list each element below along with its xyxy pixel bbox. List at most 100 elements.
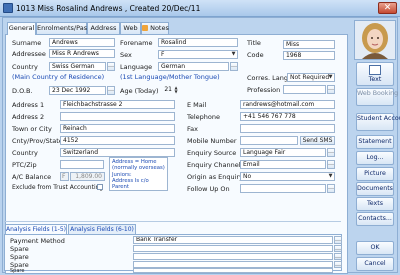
analysis-row-lookup-button[interactable]: … [334,245,342,252]
language-lookup-button[interactable]: … [230,62,238,71]
country-input[interactable]: Switzerland [60,148,175,157]
analysis-row-input[interactable] [133,253,333,260]
tab-enrolments-passport[interactable]: Enrolments/Passport [36,22,104,34]
profession-input[interactable] [283,85,326,94]
surname-label: Surname [12,39,42,47]
exclude-trust-label: Exclude from Trust Accounting [12,184,104,191]
follow-up-input[interactable] [240,184,326,193]
tab-analysis-6-10[interactable]: Analysis Fields (6-10) [68,224,136,234]
enquiry-channel-input[interactable]: Email [240,160,326,169]
analysis-row-input[interactable]: Bank Transfer [133,236,333,244]
sex-dropdown[interactable]: F ▼ [158,50,238,59]
analysis-row-input[interactable] [133,245,333,252]
notes-icon [142,25,148,31]
send-sms-button[interactable]: Send SMS [300,136,335,145]
address-info-line4: Address Is c/o Parent [112,177,149,191]
dob-label: D.O.B. [12,87,33,95]
analysis-row-lookup-button[interactable]: … [334,253,342,260]
student-photo[interactable] [354,20,396,60]
language-note: (1st Language/Mother Tongue) [120,73,220,81]
address-info-line2: (normally overseas) [112,165,165,172]
corres-lang-value: Not Required [290,74,330,81]
enquiry-channel-label: Enquiry Channel [187,161,241,169]
origin-enquiry-value: No [243,173,252,180]
email-input[interactable]: randrews@hotmail.com [240,100,335,109]
profession-label: Profession [247,86,281,94]
sex-label: Sex [120,51,132,59]
code-input[interactable]: 1968 [283,51,335,60]
country-residence-note: (Main Country of Residence) [12,73,105,81]
analysis-row-input[interactable] [133,261,333,268]
age-spinner[interactable]: ▲ ▼ [173,86,179,95]
text-button[interactable]: Text [356,62,394,86]
text-icon [369,65,381,75]
dob-calendar-button[interactable]: … [107,86,115,95]
analysis-row-lookup-button[interactable]: … [334,261,342,268]
sex-value: F [161,51,165,58]
documents-button[interactable]: Documents [356,182,394,196]
title-input[interactable]: Miss [283,40,335,49]
title-label: Title [247,39,261,47]
corres-lang-label: Corres. Lang. [247,74,291,82]
follow-up-calendar-button[interactable]: … [327,184,335,193]
texts-button[interactable]: Texts [356,197,394,211]
county-input[interactable]: 4152 [60,136,175,145]
fax-input[interactable] [240,124,335,133]
profession-lookup-button[interactable]: … [327,85,335,94]
forename-input[interactable]: Rosalind [158,38,238,47]
tab-web[interactable]: Web [120,22,141,34]
enquiry-source-input[interactable]: Language Fair [240,148,326,157]
contacts-button[interactable]: Contacts... [356,212,394,226]
analysis-row-label: Payment Method [10,237,65,245]
analysis-row-input[interactable] [133,268,333,273]
cancel-button[interactable]: Cancel [356,257,394,271]
exclude-trust-checkbox[interactable] [97,184,103,190]
county-label: Cnty/Prov/State [12,137,63,145]
town-label: Town or City [12,125,52,133]
addressee-input[interactable]: Miss R Andrews [49,49,115,58]
mobile-input[interactable] [240,136,298,145]
language-input[interactable]: German [158,62,229,71]
address-info-box: Address = Home (normally overseas) Junio… [109,157,168,191]
enquiry-source-lookup-button[interactable]: … [327,148,335,157]
ptc-zip-input[interactable] [60,160,104,169]
statement-button[interactable]: Statement [356,135,394,149]
enquiry-channel-lookup-button[interactable]: … [327,160,335,169]
code-label: Code [247,51,264,59]
age-label: Age (Today) [120,87,159,95]
tab-address[interactable]: Address [87,22,120,34]
close-button[interactable]: ✕ [378,2,397,14]
chevron-down-icon: ▼ [231,51,236,57]
country-residence-lookup-button[interactable]: … [107,62,115,71]
section-divider [4,221,341,222]
town-input[interactable]: Reinach [60,124,175,133]
log-button[interactable]: Log... [356,151,394,165]
analysis-row-label: Spare [10,253,29,261]
address1-input[interactable]: Fleichbachstrasse 2 [60,100,175,109]
country-residence-input[interactable]: Swiss German [49,62,106,71]
student-account-button[interactable]: Student Account [356,113,400,131]
addressee-label: Addressee [12,50,46,58]
analysis-row-lookup-button[interactable]: … [334,236,342,244]
origin-enquiry-dropdown[interactable]: No ▼ [240,172,335,181]
origin-enquiry-label: Origin as Enquiry [187,173,243,181]
email-label: E Mail [187,101,207,109]
ok-button[interactable]: OK [356,241,394,255]
tab-analysis-1-5[interactable]: Analysis Fields (1-5) [5,224,67,234]
enquiry-source-label: Enquiry Source [187,149,237,157]
dob-input[interactable]: 23 Dec 1992 [49,86,106,95]
picture-button[interactable]: Picture [356,167,394,181]
tab-general[interactable]: General [7,22,36,35]
follow-up-label: Follow Up On [187,185,230,193]
ac-balance-currency: F [60,172,69,181]
surname-input[interactable]: Andrews [49,38,115,47]
address2-input[interactable] [60,112,175,121]
chevron-down-icon: ▼ [328,74,333,80]
corres-lang-dropdown[interactable]: Not Required ▼ [287,73,335,82]
ac-balance-value: 1,809.00 [70,172,105,181]
tab-notes[interactable]: Notes [141,22,169,34]
web-booking-button[interactable]: Web Booking [356,88,398,106]
avatar-icon [355,21,395,59]
telephone-input[interactable]: +41 546 767 778 [240,112,335,121]
title-bar: 1013 Miss Rosalind Andrews , Created 20/… [0,0,400,17]
